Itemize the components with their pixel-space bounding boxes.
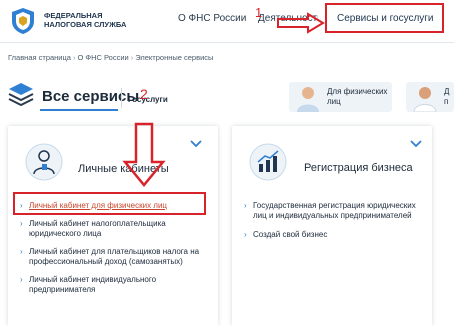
card-business-registration-title: Регистрация бизнеса	[304, 162, 413, 174]
person-photo-icon	[297, 87, 319, 112]
highlight-box-services	[325, 3, 444, 33]
link-create-business[interactable]: Создай свой бизнес	[253, 230, 327, 239]
tile-second[interactable]: Д п	[406, 82, 454, 112]
tile-second-label-line2: п	[444, 97, 449, 106]
bullet-icon: ›	[244, 201, 247, 210]
bullet-icon: ›	[244, 230, 247, 239]
person-photo-icon	[413, 87, 437, 112]
annotation-arrow-right-icon	[277, 12, 325, 34]
card-business-registration: Регистрация бизнеса › Государственная рег…	[232, 126, 432, 326]
tile-individuals-label-line2: лиц	[327, 97, 341, 106]
tile-individuals[interactable]: Для физических лиц	[289, 82, 392, 112]
org-name-line1: ФЕДЕРАЛЬНАЯ	[44, 11, 103, 20]
list-item[interactable]: › Личный кабинет индивидуального предприн…	[20, 275, 210, 295]
breadcrumb-home[interactable]: Главная страница	[8, 53, 71, 62]
personal-accounts-list: › Личный кабинет для физических лиц › Личн…	[20, 201, 210, 303]
org-name-line2: НАЛОГОВАЯ СЛУЖБА	[44, 20, 127, 29]
breadcrumb-about[interactable]: О ФНС России	[77, 53, 128, 62]
annotation-arrow-down-icon	[122, 122, 166, 187]
org-name: ФЕДЕРАЛЬНАЯ НАЛОГОВАЯ СЛУЖБА	[44, 11, 126, 29]
tile-individuals-label-line1: Для физических	[327, 87, 388, 96]
chevron-down-icon[interactable]	[410, 140, 422, 148]
bullet-icon: ›	[20, 219, 23, 228]
tile-second-label-line1: Д	[444, 87, 450, 96]
link-state-registration[interactable]: Государственная регистрация юридических …	[253, 201, 416, 220]
list-item[interactable]: › Государственная регистрация юридических…	[244, 201, 429, 221]
nav-about[interactable]: О ФНС России	[178, 13, 246, 24]
breadcrumb: Главная страница › О ФНС России › Электронны…	[8, 53, 213, 62]
title-divider	[121, 88, 122, 108]
tile-second-label: Д п	[444, 87, 449, 107]
person-with-badge-icon	[25, 143, 63, 181]
bullet-icon: ›	[20, 247, 23, 256]
layers-icon	[8, 83, 34, 106]
link-lk-legal-entity[interactable]: Личный кабинет налогоплательщика юридиче…	[29, 219, 166, 238]
page-title: Все сервисы	[42, 88, 140, 105]
list-item[interactable]: › Создай свой бизнес	[244, 230, 429, 240]
annotation-step-1: 1	[255, 5, 263, 20]
fns-logo-icon[interactable]	[8, 6, 38, 36]
card-personal-accounts: Личные кабинеты › Личный кабинет для физи…	[8, 126, 218, 326]
chevron-down-icon[interactable]	[190, 140, 202, 148]
business-registration-list: › Государственная регистрация юридических…	[244, 201, 429, 249]
highlight-box-lk-individuals	[13, 192, 206, 215]
breadcrumb-separator-icon: ›	[130, 53, 134, 62]
growth-chart-icon	[249, 143, 287, 181]
link-lk-self-employed[interactable]: Личный кабинет для плательщиков налога н…	[29, 247, 199, 266]
bullet-icon: ›	[20, 275, 23, 284]
list-item[interactable]: › Личный кабинет для плательщиков налога …	[20, 247, 210, 267]
breadcrumb-separator-icon: ›	[72, 53, 76, 62]
list-item[interactable]: › Личный кабинет налогоплательщика юридич…	[20, 219, 210, 239]
breadcrumb-current: Электронные сервисы	[135, 53, 214, 62]
tile-individuals-label: Для физических лиц	[327, 87, 387, 107]
link-lk-entrepreneur[interactable]: Личный кабинет индивидуального предприни…	[29, 275, 156, 294]
active-tab-indicator	[40, 109, 118, 111]
annotation-step-2: 2	[140, 86, 148, 102]
